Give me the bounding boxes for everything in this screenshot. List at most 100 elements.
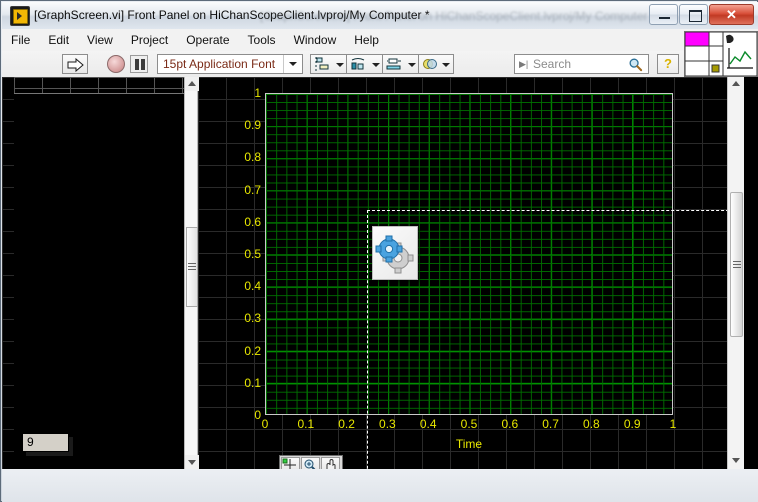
align-objects-button[interactable] [310,54,348,74]
zoom-tool-button[interactable] [301,457,320,469]
graph-y-tick: 0.8 [209,151,261,163]
graph-x-tick: 0.7 [542,417,559,431]
run-button[interactable] [62,54,88,74]
pause-icon [135,59,139,70]
graph-palette[interactable] [279,455,343,469]
labview-front-panel-window: [GraphScreen.vi] Front Panel on HiChanSc… [0,0,758,502]
abort-execution-button[interactable] [107,55,125,73]
maximize-icon [689,10,702,22]
graph-x-tick: 0.1 [297,417,314,431]
menu-project[interactable]: Project [122,29,177,51]
graph-y-tick: 0.3 [209,312,261,324]
palette-preview-icon [685,32,757,76]
window-title-reflection: [GraphScreen.vi] Front Panel on HiChanSc… [260,8,656,24]
abort-execution-icon [107,55,125,73]
window-controls: ✕ [648,4,754,26]
numeric-indicator[interactable]: 9 [22,433,69,452]
cursor-tool-button[interactable] [281,457,300,469]
graph-x-tick: 1 [670,417,677,431]
graph-y-tick: 0 [209,409,261,421]
minimize-button[interactable] [649,4,678,25]
graph-x-tick: 0.2 [338,417,355,431]
window-vertical-scrollbar[interactable] [727,77,744,469]
status-bar: HiChanScopeClient.lvproj/My C [2,469,758,502]
chevron-down-icon [372,63,380,67]
graph-x-tick: 0.9 [624,417,641,431]
font-selector-dropdown[interactable] [283,55,302,73]
distribute-objects-icon [350,57,366,72]
menu-window[interactable]: Window [285,29,346,51]
panel-scrollbar-thumb[interactable] [186,227,198,307]
window-scrollbar-thumb[interactable] [730,192,743,337]
close-icon: ✕ [710,5,753,24]
graph-x-tick: 0.8 [583,417,600,431]
window-scroll-up-button[interactable] [728,77,744,93]
run-arrow-icon [67,58,85,72]
search-placeholder: Search [533,57,571,71]
crosshair-cursor-icon [282,458,299,469]
triangle-up-icon [188,81,196,86]
graph-y-tick: 0.2 [209,345,261,357]
search-icon[interactable] [628,57,643,72]
gear-object[interactable] [372,226,418,280]
menu-tools[interactable]: Tools [239,29,285,51]
controls-palette-preview[interactable] [684,31,758,77]
panel-vertical-scrollbar[interactable] [184,77,198,469]
title-bar: [GraphScreen.vi] Front Panel on HiChanSc… [2,2,758,29]
gears-icon [373,227,415,277]
graph-y-tick: 0.7 [209,184,261,196]
chevron-down-icon [336,63,344,67]
grip-icon [733,261,741,269]
chevron-down-icon [408,63,416,67]
zoom-tool-icon [302,458,319,469]
menu-edit[interactable]: Edit [39,29,78,51]
menu-help[interactable]: Help [345,29,388,51]
graph-y-tick: 0.6 [209,216,261,228]
graph-x-tick: 0.4 [420,417,437,431]
minimize-icon [659,17,670,19]
graph-y-tick: 0.5 [209,248,261,260]
resize-objects-button[interactable] [382,54,420,74]
left-panel-region[interactable] [14,77,184,469]
graph-y-tick: 0.4 [209,280,261,292]
maximize-button[interactable] [679,4,708,25]
menu-file[interactable]: File [2,29,39,51]
pan-tool-button[interactable] [321,457,340,469]
graph-x-tick: 0.6 [501,417,518,431]
search-input[interactable]: ▶| Search [514,54,649,74]
panel-scroll-down-button[interactable] [185,455,199,469]
distribute-objects-button[interactable] [346,54,384,74]
panel-scroll-up-button[interactable] [185,77,199,91]
graph-plot-area[interactable] [265,93,673,415]
pan-hand-icon [322,458,339,469]
numeric-indicator-value: 9 [27,435,34,449]
font-selector[interactable]: 15pt Application Font [157,54,303,74]
right-gutter [744,77,758,469]
triangle-down-icon [188,460,196,465]
chevron-down-icon [442,63,450,67]
search-caret-icon: ▶| [519,59,526,70]
triangle-down-icon [732,458,740,463]
align-objects-icon [314,57,330,72]
front-panel-canvas[interactable]: 9 00.10.20.30.40.50.60.70.80.91 00.10.20… [2,77,758,469]
window-frame: [GraphScreen.vi] Front Panel on HiChanSc… [0,0,758,502]
reorder-objects-button[interactable] [418,54,454,74]
menu-view[interactable]: View [78,29,122,51]
font-selector-label: 15pt Application Font [163,57,275,71]
graph-y-tick: 1 [209,87,261,99]
close-button[interactable]: ✕ [709,4,754,25]
triangle-up-icon [732,81,740,86]
menu-operate[interactable]: Operate [177,29,238,51]
graph-y-tick: 0.9 [209,119,261,131]
left-panel-grid [14,77,184,93]
labview-vi-icon [10,6,30,26]
graph-x-tick: 0.5 [461,417,478,431]
waveform-graph[interactable]: 00.10.20.30.40.50.60.70.80.91 00.10.20.3… [207,85,727,461]
menu-bar: File Edit View Project Operate Tools Win… [2,29,758,52]
help-button[interactable]: ? [657,54,679,74]
window-scroll-down-button[interactable] [728,453,744,469]
graph-x-tick: 0 [262,417,269,431]
toolbar: 15pt Application Font [2,51,758,78]
help-icon: ? [658,56,678,71]
pause-button[interactable] [130,55,148,73]
